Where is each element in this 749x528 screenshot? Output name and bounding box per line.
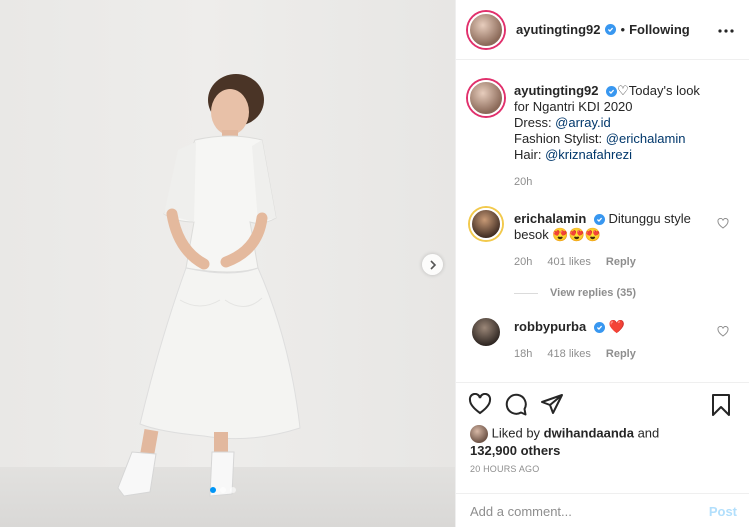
- instagram-post: ayutingting92 • Following ayutingting92 …: [0, 0, 749, 527]
- post-sidebar: ayutingting92 • Following ayutingting92 …: [455, 0, 749, 527]
- likes-and: and: [633, 425, 660, 441]
- add-comment-bar: Post: [456, 493, 749, 528]
- stylist-mention[interactable]: @erichalamin: [606, 131, 686, 146]
- comment-likes[interactable]: 401 likes: [547, 256, 590, 268]
- caption-line1: Today's look: [628, 83, 700, 98]
- verified-icon: [606, 86, 618, 98]
- post-timestamp[interactable]: 20 HOURS AGO: [470, 464, 539, 474]
- post-header: ayutingting92 • Following: [456, 0, 749, 60]
- comment-text: robbypurba ❤️: [514, 319, 704, 335]
- comment-emoji: ❤️: [608, 319, 625, 334]
- verified-icon: [604, 24, 616, 35]
- woman-in-white-dress-illustration: [117, 74, 301, 497]
- post-photo[interactable]: [0, 0, 455, 527]
- header-separator: •: [620, 22, 626, 37]
- share-paper-plane-icon[interactable]: [540, 393, 564, 415]
- post-comment-button[interactable]: Post: [709, 504, 737, 519]
- like-heart-icon[interactable]: [468, 393, 492, 415]
- hair-label: Hair:: [514, 147, 546, 162]
- likes-summary: Liked by dwihandaanda and 132,900 others: [470, 425, 659, 459]
- view-replies[interactable]: View replies (35): [514, 287, 648, 299]
- liker-username[interactable]: dwihandaanda: [544, 425, 634, 440]
- stylist-label: Fashion Stylist:: [514, 131, 606, 146]
- verified-icon: [593, 214, 605, 226]
- save-bookmark-icon[interactable]: [711, 393, 731, 417]
- carousel-dot-active: [210, 487, 216, 493]
- like-comment-heart-icon[interactable]: [717, 326, 729, 337]
- caption-time[interactable]: 20h: [514, 176, 532, 188]
- comment-time[interactable]: 18h: [514, 348, 532, 360]
- comment-emoji: 😍😍😍: [552, 227, 601, 242]
- post-actions: Liked by dwihandaanda and 132,900 others…: [456, 382, 749, 520]
- comment-text: erichalamin Ditunggu style besok 😍😍😍: [514, 211, 704, 243]
- author-username[interactable]: ayutingting92: [516, 22, 601, 37]
- following-button[interactable]: Following: [629, 22, 690, 37]
- comment-input[interactable]: [468, 502, 709, 520]
- carousel-indicator: [210, 487, 236, 493]
- caption-meta: 20h: [514, 176, 544, 188]
- more-options-icon[interactable]: [717, 21, 735, 39]
- heart-outline-emoji: ♡: [617, 83, 629, 98]
- dress-mention[interactable]: @array.id: [555, 115, 611, 130]
- comment-username[interactable]: robbypurba: [514, 319, 586, 334]
- chevron-right-icon: [429, 259, 436, 270]
- comment-username[interactable]: erichalamin: [514, 211, 586, 226]
- comment-meta: 18h 418 likes Reply: [514, 348, 648, 360]
- comment-bubble-icon[interactable]: [504, 393, 528, 417]
- caption-line2: for Ngantri KDI 2020: [514, 99, 633, 114]
- verified-icon: [593, 322, 605, 334]
- action-icons: [468, 393, 737, 419]
- reply-button[interactable]: Reply: [606, 348, 636, 360]
- reply-button[interactable]: Reply: [606, 256, 636, 268]
- carousel-dot: [230, 487, 236, 493]
- caption-avatar[interactable]: [468, 80, 504, 116]
- comment-likes[interactable]: 418 likes: [547, 348, 590, 360]
- hair-mention[interactable]: @kriznafahrezi: [545, 147, 632, 162]
- caption-text: ayutingting92 ♡Today's look for Ngantri …: [514, 83, 734, 163]
- next-photo-button[interactable]: [422, 254, 443, 275]
- likes-prefix: Liked by: [491, 425, 544, 441]
- like-comment-heart-icon[interactable]: [717, 218, 729, 229]
- dress-label: Dress:: [514, 115, 556, 130]
- view-replies-label[interactable]: View replies (35): [550, 287, 636, 299]
- caption-username[interactable]: ayutingting92: [514, 83, 599, 98]
- comment-avatar[interactable]: [470, 316, 502, 348]
- author-avatar[interactable]: [468, 11, 504, 48]
- comment-meta: 20h 401 likes Reply: [514, 256, 648, 268]
- comment-avatar[interactable]: [470, 208, 502, 240]
- likes-others[interactable]: 132,900 others: [470, 443, 560, 458]
- comments-list[interactable]: ayutingting92 ♡Today's look for Ngantri …: [456, 60, 749, 382]
- liker-avatar[interactable]: [470, 425, 488, 443]
- comment-time[interactable]: 20h: [514, 256, 532, 268]
- carousel-dot: [220, 487, 226, 493]
- replies-divider: [514, 292, 538, 294]
